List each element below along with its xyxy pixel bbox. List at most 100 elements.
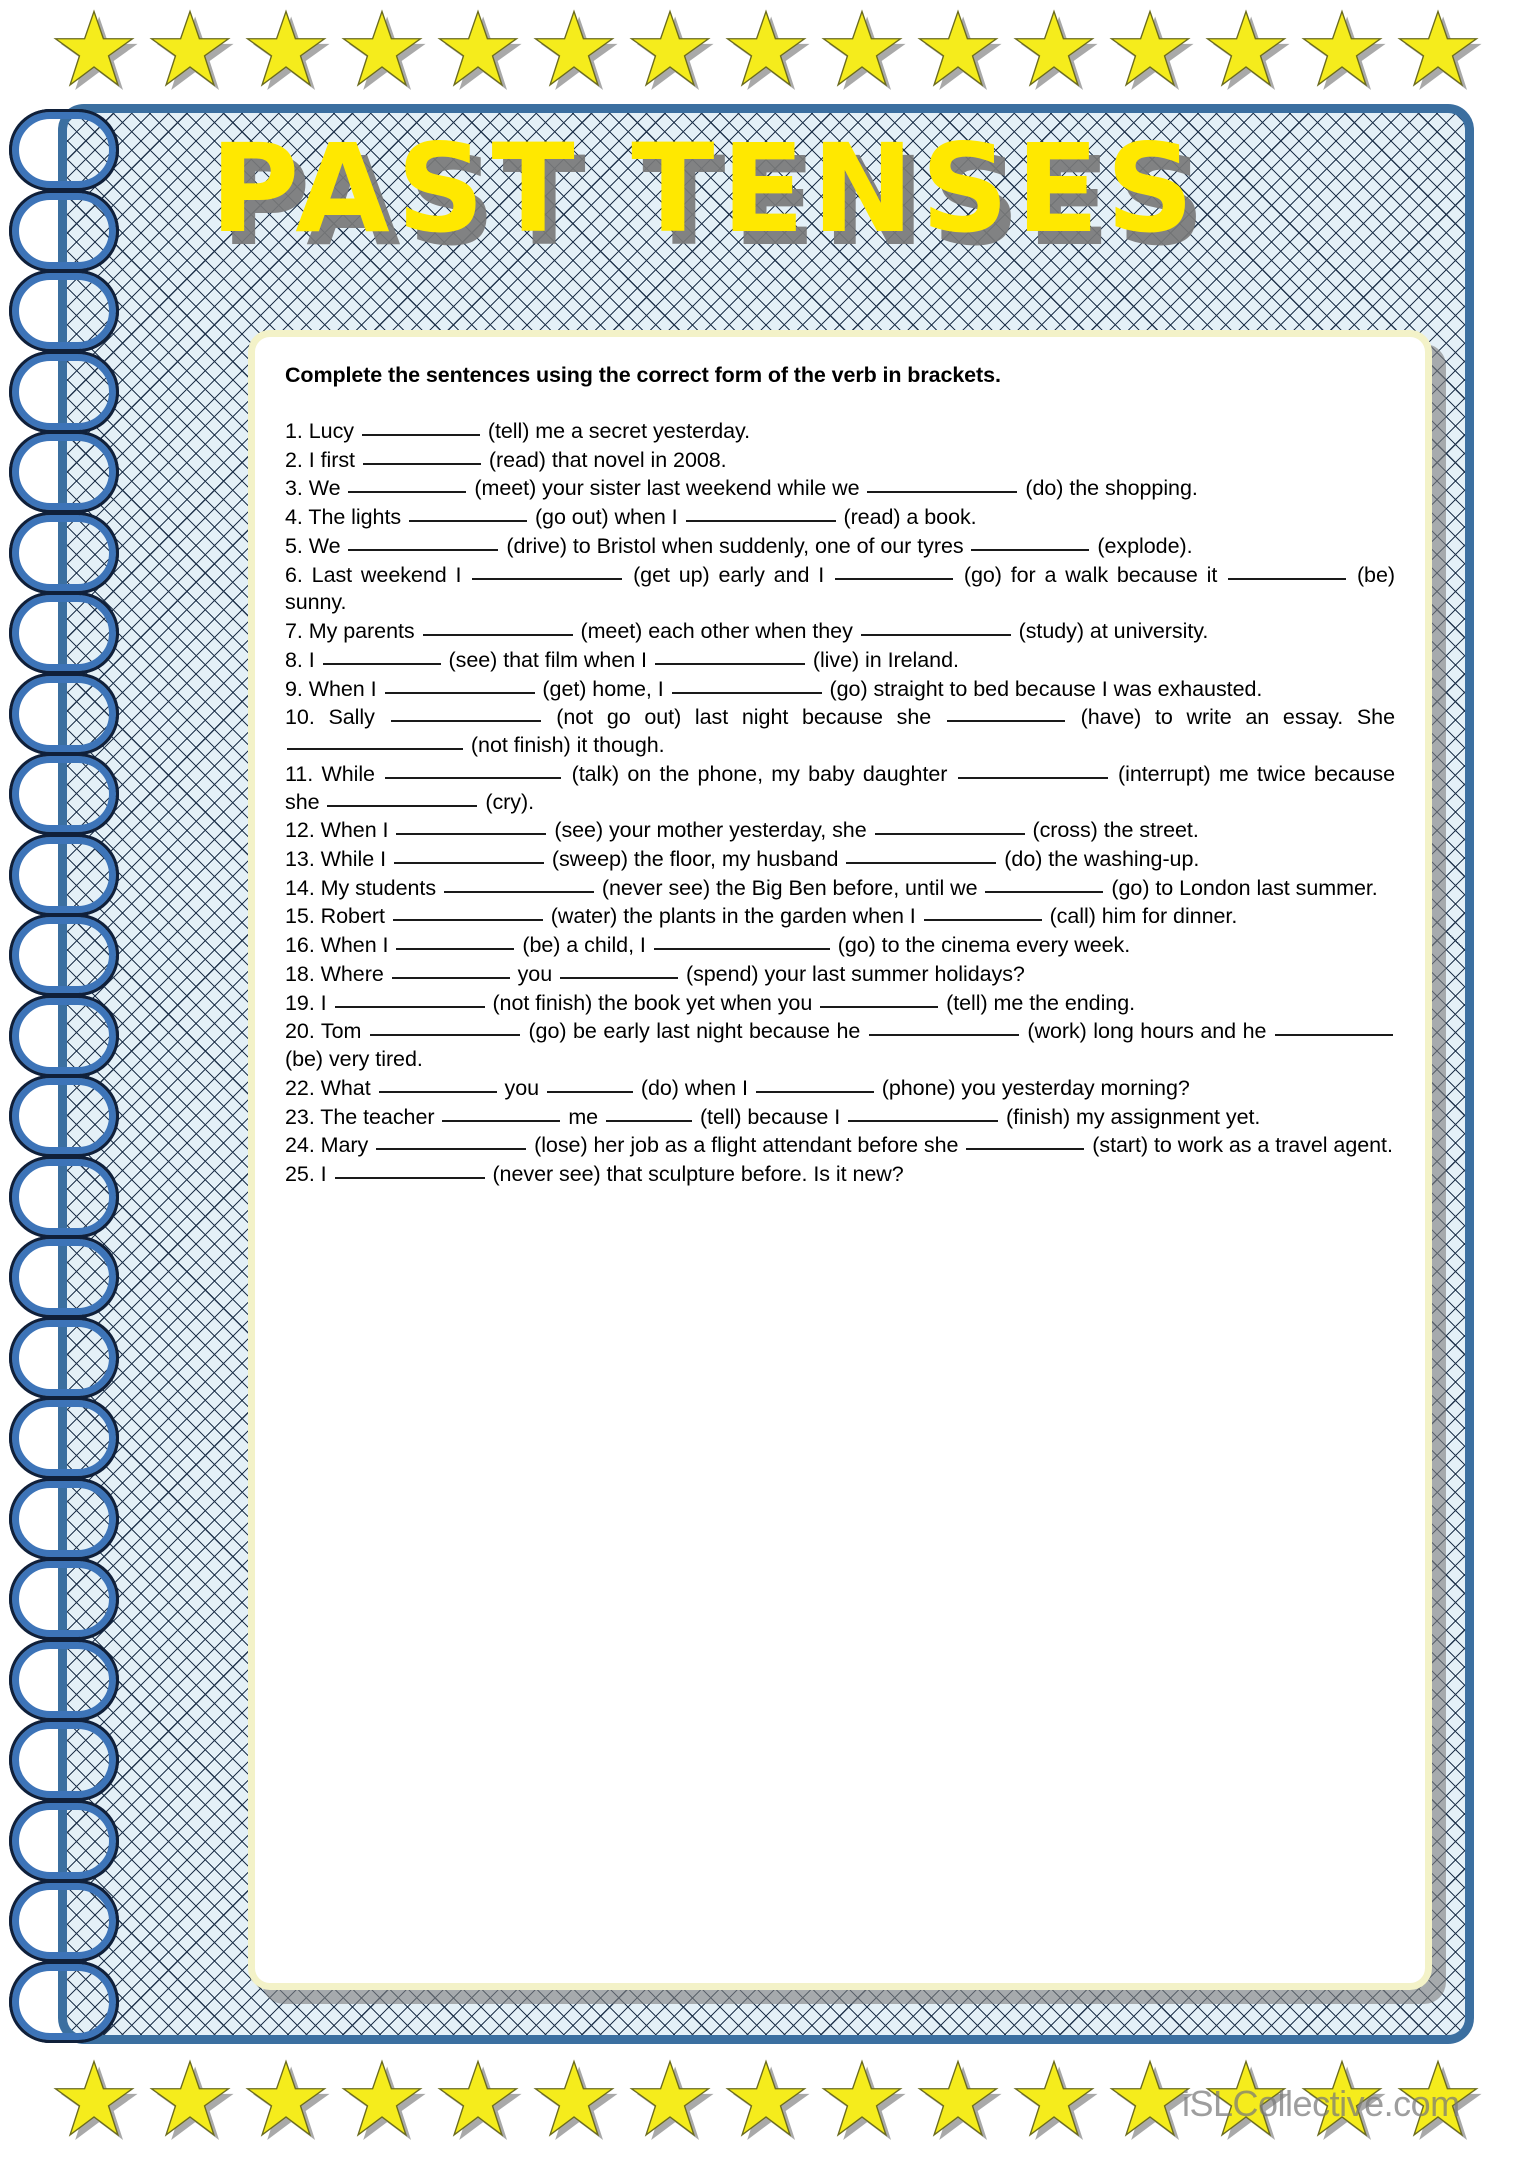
- answer-blank[interactable]: [334, 1177, 485, 1180]
- question-item: 18. Where you (spend) your last summer h…: [285, 961, 1025, 986]
- question-item: 11. While (talk) on the phone, my baby d…: [285, 761, 1395, 814]
- answer-blank[interactable]: [846, 862, 997, 865]
- question-item: 6. Last weekend I (get up) early and I (…: [285, 562, 1395, 615]
- question-item: 9. When I (get) home, I (go) straight to…: [285, 676, 1263, 701]
- answer-blank[interactable]: [560, 976, 679, 979]
- answer-blank[interactable]: [867, 491, 1018, 494]
- answer-blank[interactable]: [287, 748, 463, 751]
- question-item: 16. When I (be) a child, I (go) to the c…: [285, 933, 1131, 958]
- star-icon: [624, 8, 716, 90]
- answer-blank[interactable]: [422, 634, 573, 637]
- answer-blank[interactable]: [369, 1034, 520, 1037]
- answer-blank[interactable]: [385, 776, 562, 779]
- answer-blank[interactable]: [848, 1119, 999, 1122]
- question-item: 24. Mary (lose) her job as a flight atte…: [285, 1133, 1393, 1158]
- star-icon: [816, 2058, 908, 2140]
- answer-blank[interactable]: [985, 890, 1104, 893]
- star-icon: [1008, 2058, 1100, 2140]
- instruction-text: Complete the sentences using the correct…: [285, 363, 1001, 387]
- answer-blank[interactable]: [393, 862, 544, 865]
- star-icon: [336, 8, 428, 90]
- star-icon: [912, 2058, 1004, 2140]
- question-item: 7. My parents (meet) each other when the…: [285, 619, 1209, 644]
- answer-blank[interactable]: [396, 948, 515, 951]
- answer-blank[interactable]: [384, 691, 535, 694]
- star-icon: [48, 2058, 140, 2140]
- answer-blank[interactable]: [348, 491, 467, 494]
- question-item: 1. Lucy (tell) me a secret yesterday.: [285, 419, 751, 443]
- star-icon: [1392, 8, 1484, 90]
- answer-blank[interactable]: [755, 1090, 874, 1093]
- answer-blank[interactable]: [327, 804, 478, 807]
- star-icon: [240, 8, 332, 90]
- question-item: 12. When I (see) your mother yesterday, …: [285, 818, 1199, 843]
- answer-blank[interactable]: [390, 720, 541, 723]
- star-icon: [48, 8, 140, 90]
- star-icon: [624, 2058, 716, 2140]
- answer-blank[interactable]: [966, 1148, 1085, 1151]
- question-item: 14. My students (never see) the Big Ben …: [285, 875, 1378, 900]
- star-icon: [1296, 8, 1388, 90]
- answer-blank[interactable]: [874, 833, 1025, 836]
- answer-blank[interactable]: [348, 548, 499, 551]
- star-icon: [912, 8, 1004, 90]
- answer-blank[interactable]: [442, 1119, 561, 1122]
- answer-blank[interactable]: [396, 833, 547, 836]
- star-icon: [144, 2058, 236, 2140]
- question-item: 23. The teacher me (tell) because I (fin…: [285, 1104, 1261, 1129]
- worksheet-card: Complete the sentences using the correct…: [248, 330, 1432, 1990]
- answer-blank[interactable]: [334, 1005, 485, 1008]
- question-item: 19. I (not finish) the book yet when you…: [285, 990, 1136, 1015]
- question-item: 15. Robert (water) the plants in the gar…: [285, 904, 1238, 929]
- answer-blank[interactable]: [868, 1034, 1019, 1037]
- answer-blank[interactable]: [378, 1090, 497, 1093]
- answer-blank[interactable]: [820, 1005, 939, 1008]
- answer-blank[interactable]: [606, 1119, 693, 1122]
- question-item: 2. I first (read) that novel in 2008.: [285, 447, 727, 472]
- answer-blank[interactable]: [409, 520, 528, 523]
- question-item: 20. Tom (go) be early last night because…: [285, 1018, 1395, 1073]
- answer-blank[interactable]: [472, 577, 623, 580]
- question-list: 1. Lucy (tell) me a secret yesterday. 2. …: [285, 418, 1395, 1189]
- star-icon: [720, 2058, 812, 2140]
- question-item: 8. I (see) that film when I (live) in Ir…: [285, 647, 959, 672]
- star-icon: [528, 8, 620, 90]
- answer-blank[interactable]: [443, 890, 594, 893]
- answer-blank[interactable]: [671, 691, 822, 694]
- star-icon: [144, 8, 236, 90]
- answer-blank[interactable]: [1228, 577, 1347, 580]
- star-icon: [336, 2058, 428, 2140]
- answer-blank[interactable]: [685, 520, 836, 523]
- answer-blank[interactable]: [654, 662, 805, 665]
- question-item: 4. The lights (go out) when I (read) a b…: [285, 505, 977, 530]
- star-icon: [1008, 8, 1100, 90]
- answer-blank[interactable]: [361, 434, 480, 436]
- answer-blank[interactable]: [322, 662, 441, 665]
- answer-blank[interactable]: [546, 1090, 633, 1093]
- answer-blank[interactable]: [392, 919, 543, 922]
- question-item: 22. What you (do) when I (phone) you yes…: [285, 1075, 1190, 1100]
- star-icon: [240, 2058, 332, 2140]
- star-icon: [1200, 8, 1292, 90]
- answer-blank[interactable]: [923, 919, 1042, 922]
- answer-blank[interactable]: [391, 976, 510, 979]
- question-item: 13. While I (sweep) the floor, my husban…: [285, 847, 1200, 872]
- answer-blank[interactable]: [971, 548, 1090, 551]
- answer-blank[interactable]: [860, 634, 1011, 637]
- answer-blank[interactable]: [362, 462, 481, 465]
- answer-blank[interactable]: [376, 1148, 527, 1151]
- answer-blank[interactable]: [946, 720, 1065, 723]
- question-item: 3. We (meet) your sister last weekend wh…: [285, 476, 1198, 501]
- question-item: 25. I (never see) that sculpture before.…: [285, 1162, 904, 1187]
- answer-blank[interactable]: [1275, 1034, 1393, 1037]
- answer-blank[interactable]: [835, 577, 953, 580]
- star-icon: [528, 2058, 620, 2140]
- top-star-row: [0, 8, 1532, 90]
- star-icon: [432, 8, 524, 90]
- answer-blank[interactable]: [653, 948, 830, 951]
- page-title: PAST TENSES: [210, 118, 1201, 260]
- star-icon: [1104, 8, 1196, 90]
- question-item: 5. We (drive) to Bristol when suddenly, …: [285, 533, 1193, 558]
- star-icon: [720, 8, 812, 90]
- answer-blank[interactable]: [957, 776, 1108, 779]
